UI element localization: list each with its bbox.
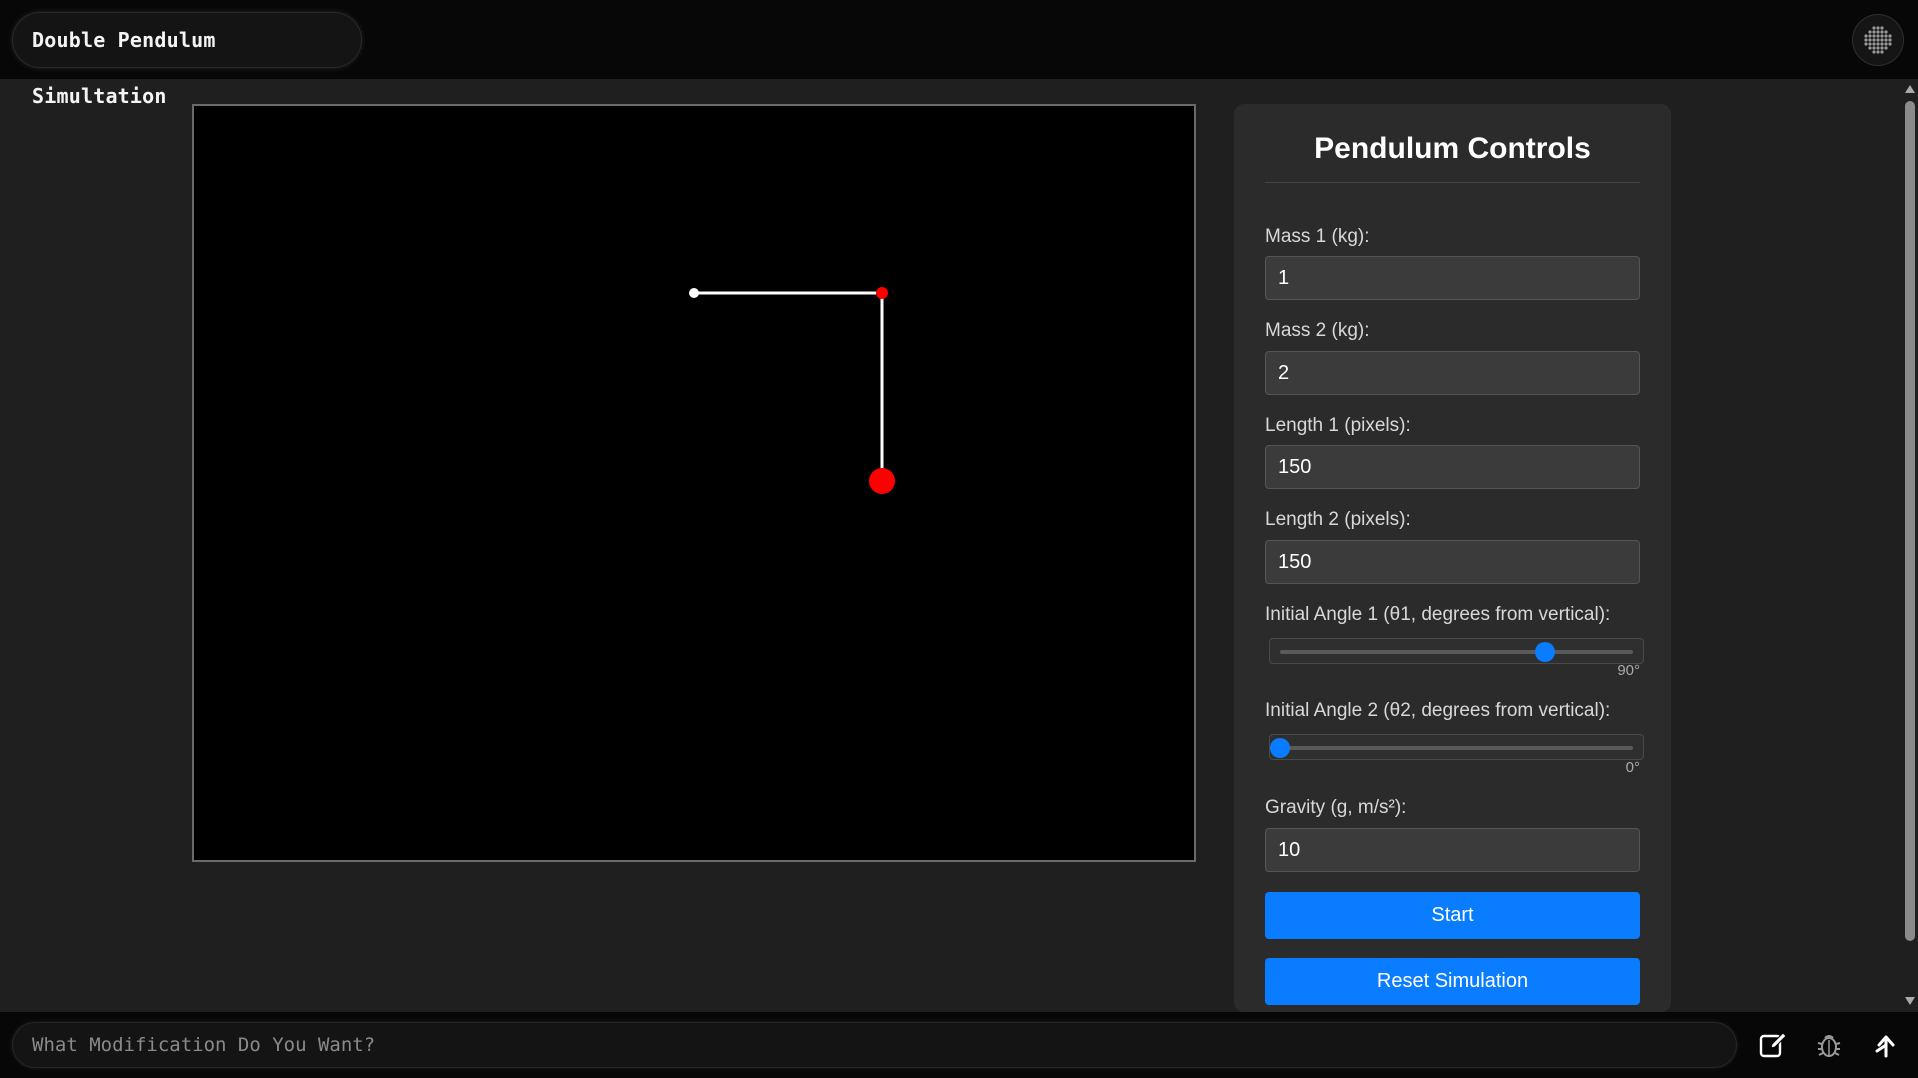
mass2-input[interactable]: 2 (1265, 351, 1640, 395)
angle2-slider[interactable] (1269, 734, 1644, 760)
bug-icon (1817, 1035, 1841, 1057)
scroll-down-icon[interactable] (1905, 997, 1915, 1005)
modification-prompt-input[interactable]: What Modification Do You Want? (12, 1022, 1737, 1068)
gravity-input[interactable]: 10 (1265, 828, 1640, 872)
angle2-label: Initial Angle 2 (θ2, degrees from vertic… (1265, 700, 1611, 721)
submit-button[interactable] (1866, 1026, 1904, 1064)
slider-thumb[interactable] (1534, 642, 1555, 662)
debug-button[interactable] (1810, 1026, 1848, 1064)
pendulum-drawing (689, 287, 895, 494)
grid-dots-icon (1864, 26, 1892, 54)
angle1-label: Initial Angle 1 (θ1, degrees from vertic… (1265, 604, 1611, 625)
mass2-label: Mass 2 (kg): (1265, 320, 1370, 341)
simulation-canvas[interactable] (192, 104, 1196, 862)
scroll-thumb[interactable] (1905, 101, 1915, 941)
slider-track (1280, 746, 1633, 750)
angle1-value: 90° (1617, 662, 1640, 679)
start-button[interactable]: Start (1265, 892, 1640, 939)
controls-panel: Pendulum Controls Mass 1 (kg): 1 Mass 2 … (1234, 104, 1671, 1012)
slider-track (1280, 650, 1633, 654)
gravity-label: Gravity (g, m/s²): (1265, 797, 1407, 818)
angle1-slider[interactable] (1269, 638, 1644, 664)
length2-label: Length 2 (pixels): (1265, 509, 1411, 530)
pendulum-bob-2 (869, 468, 895, 494)
length1-label: Length 1 (pixels): (1265, 415, 1411, 436)
edit-icon (1759, 1032, 1787, 1058)
edit-button[interactable] (1754, 1026, 1792, 1064)
pendulum-bob-1 (876, 287, 888, 299)
send-arrow-icon (1875, 1035, 1895, 1058)
angle2-value: 0° (1625, 759, 1640, 776)
mass1-input[interactable]: 1 (1265, 256, 1640, 300)
length1-input[interactable]: 150 (1265, 445, 1640, 489)
length2-input[interactable]: 150 (1265, 540, 1640, 584)
scroll-up-icon[interactable] (1905, 85, 1915, 93)
slider-thumb[interactable] (1270, 738, 1290, 758)
page-scrollbar[interactable] (1902, 79, 1918, 1012)
pendulum-pivot (689, 288, 699, 298)
mass1-label: Mass 1 (kg): (1265, 226, 1370, 247)
app-title: Double Pendulum Simultation (12, 12, 362, 108)
reset-simulation-button[interactable]: Reset Simulation (1265, 958, 1640, 1005)
panel-title: Pendulum Controls (1314, 132, 1591, 165)
divider (1265, 182, 1640, 183)
grid-menu-button[interactable] (1852, 14, 1904, 66)
top-bar: Double Pendulum Simultation (0, 0, 1918, 108)
bottom-bar: What Modification Do You Want? (0, 1012, 1918, 1078)
